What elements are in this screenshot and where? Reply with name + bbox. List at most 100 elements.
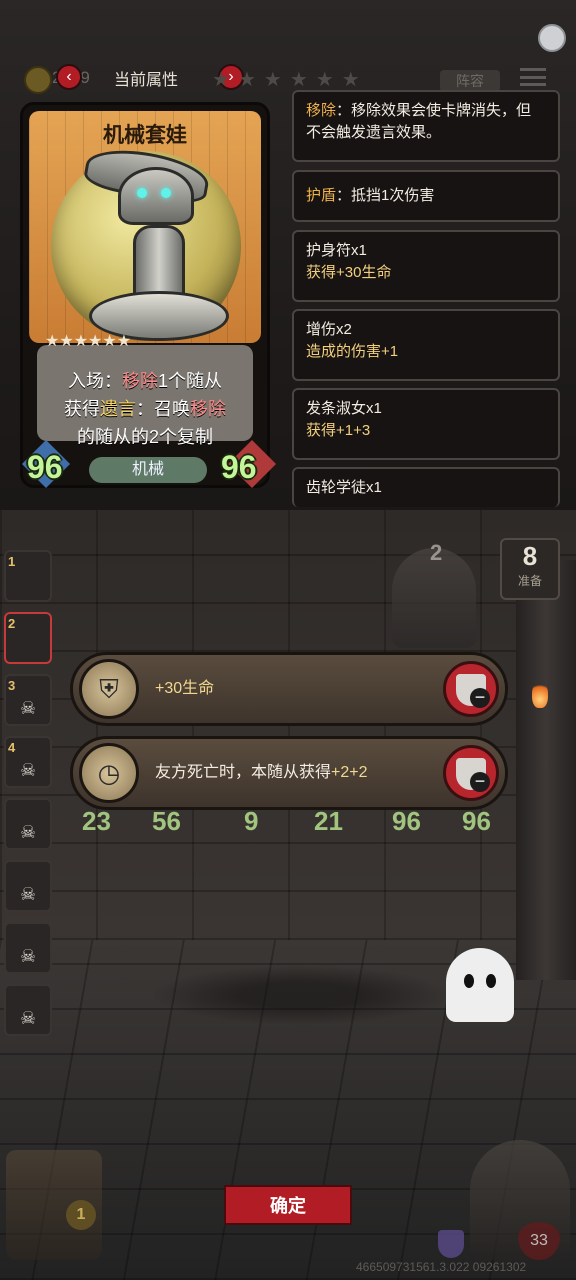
keyword-name: 护盾	[306, 187, 337, 204]
desc-text: 获得	[64, 399, 100, 419]
minion-health: 21	[314, 806, 343, 836]
keyword-panel-shield: 护盾：抵挡1次伤害	[292, 170, 560, 222]
card-description: 入场：移除1个随从 获得遗言：召唤移除 的随从的2个复制	[37, 367, 253, 451]
minus-icon: −	[470, 688, 490, 708]
roster-slot[interactable]: 1	[4, 550, 52, 602]
skull-icon: ☠	[20, 884, 37, 904]
roster-slot[interactable]: ☠	[4, 984, 52, 1036]
card-tribe: 机械	[89, 457, 207, 483]
buff-name: 增伤x2	[306, 321, 352, 338]
desc-text: 1个随从	[157, 371, 222, 391]
equipment-effect: 友方死亡时，本随从获得	[155, 764, 332, 781]
robot-head	[118, 167, 194, 225]
buff-effect: 获得+1+3	[306, 422, 371, 439]
roster-slot[interactable]: ☠	[4, 798, 52, 850]
chest-count: 1	[66, 1200, 96, 1230]
robot-eye	[137, 188, 147, 198]
tavern-star-row: ★ ★ ★ ★ ★ ★	[212, 70, 360, 90]
star-icon: ★	[212, 69, 230, 91]
remove-equipment-button[interactable]: −	[443, 661, 499, 717]
skull-icon: ☠	[20, 822, 37, 842]
desc-text: 入场：	[67, 371, 122, 391]
star-icon: ★	[263, 69, 282, 91]
skull-icon: ☠	[20, 760, 37, 780]
card-title: 机械套娃	[103, 124, 187, 147]
card-star-rating: ★★★★★★	[45, 333, 132, 350]
card-attack: 96	[27, 449, 63, 485]
pocket-watch-icon: ◷	[79, 743, 139, 803]
torch-flame-icon	[532, 680, 548, 708]
keyword-deathrattle: 遗言	[100, 399, 136, 419]
skull-icon: ☠	[20, 1008, 37, 1028]
buff-name: 护身符x1	[306, 242, 367, 259]
minion-health: 96	[462, 806, 491, 836]
buff-effect: 获得+30生命	[306, 264, 392, 281]
coin-icon	[24, 66, 52, 94]
equipment-text: 友方死亡时，本随从获得+2+2	[155, 739, 368, 807]
minus-icon: −	[470, 772, 490, 792]
keyword-remove: 移除	[190, 399, 226, 419]
buff-name: 发条淑女x1	[306, 400, 382, 417]
watch-glyph: ◷	[97, 758, 121, 788]
roster-slot[interactable]: 3 ☠	[4, 674, 52, 726]
menu-icon[interactable]	[520, 68, 546, 86]
roster-button[interactable]: 阵容	[440, 70, 500, 92]
stone-pillar	[516, 560, 576, 980]
slot-number: 1	[8, 554, 16, 569]
version-text: 466509731561.3.022 09261302	[356, 1260, 527, 1274]
buff-name: 齿轮学徒x1	[306, 479, 382, 496]
bat-silhouette	[150, 965, 450, 1025]
roster-slot[interactable]: ☠	[4, 922, 52, 974]
star-icon: ★	[289, 69, 308, 91]
keyword-text: ：抵挡1次伤害	[336, 187, 435, 204]
ghost-eye	[486, 974, 496, 988]
ghost-eye	[464, 974, 474, 988]
slot-number: 4	[8, 740, 16, 755]
keyword-name: 移除	[306, 102, 337, 119]
slot-number: 2	[8, 616, 16, 631]
tab-title: 当前属性	[113, 72, 178, 89]
minion-attack: 9	[244, 806, 259, 836]
buff-panel: 发条淑女x1 获得+1+3	[292, 388, 560, 460]
star-icon: ★	[237, 69, 256, 91]
keyword-remove: 移除	[121, 371, 158, 391]
buff-effect: 造成的伤害+1	[306, 343, 399, 360]
star-icon: ★	[341, 69, 360, 91]
gold-value: 8	[522, 541, 538, 571]
armor-icon	[438, 1230, 464, 1258]
buff-panel: 齿轮学徒x1	[292, 467, 560, 507]
equipment-effect: +30生命	[155, 680, 215, 697]
card-health: 96	[221, 449, 257, 485]
floating-assist-button[interactable]	[538, 24, 566, 52]
remove-equipment-button[interactable]: −	[443, 745, 499, 801]
confirm-button[interactable]: 确定	[224, 1185, 352, 1225]
equipment-row: ⛨ +30生命 −	[70, 652, 508, 726]
equipment-row: ◷ 友方死亡时，本随从获得+2+2 −	[70, 736, 508, 810]
buff-panel: 增伤x2 造成的伤害+1	[292, 309, 560, 381]
keyword-panel-remove: 移除：移除效果会使卡牌消失，但不会触发遗言效果。	[292, 90, 560, 162]
minion-health: 56	[152, 806, 181, 836]
keyword-text: ：移除效果会使卡牌消失，但不会触发遗言效果。	[306, 102, 532, 141]
desc-text: 的随从的2个复制	[76, 427, 213, 447]
tavern-tier: 2	[430, 540, 443, 565]
desc-text: ：召唤	[136, 399, 190, 419]
robot-eye	[161, 188, 171, 198]
roster-slot[interactable]: 2	[4, 612, 52, 664]
roster-slot[interactable]: 4 ☠	[4, 736, 52, 788]
buff-panel: 护身符x1 获得+30生命	[292, 230, 560, 302]
equipment-value: +2+2	[331, 764, 368, 781]
equipment-text: +30生命	[155, 655, 214, 723]
roster-slot[interactable]: ☠	[4, 860, 52, 912]
ghost-mascot[interactable]	[446, 948, 514, 1022]
shield-glyph: ⛨	[99, 674, 119, 704]
minion-card: 机械套娃 ★★★★★★ 入场：移除1个随从 获得遗言：召唤移除 的随从的2个复制…	[20, 102, 277, 489]
prev-arrow-button[interactable]: ‹	[56, 64, 82, 90]
skull-icon: ☠	[20, 946, 37, 966]
gold-badge: 8 准备	[500, 538, 560, 600]
minion-attack: 96	[392, 806, 421, 836]
slot-number: 3	[8, 678, 16, 693]
skull-icon: ☠	[20, 698, 37, 718]
gold-label: 准备	[517, 574, 542, 588]
minion-attack: 23	[82, 806, 111, 836]
star-icon: ★	[315, 69, 334, 91]
